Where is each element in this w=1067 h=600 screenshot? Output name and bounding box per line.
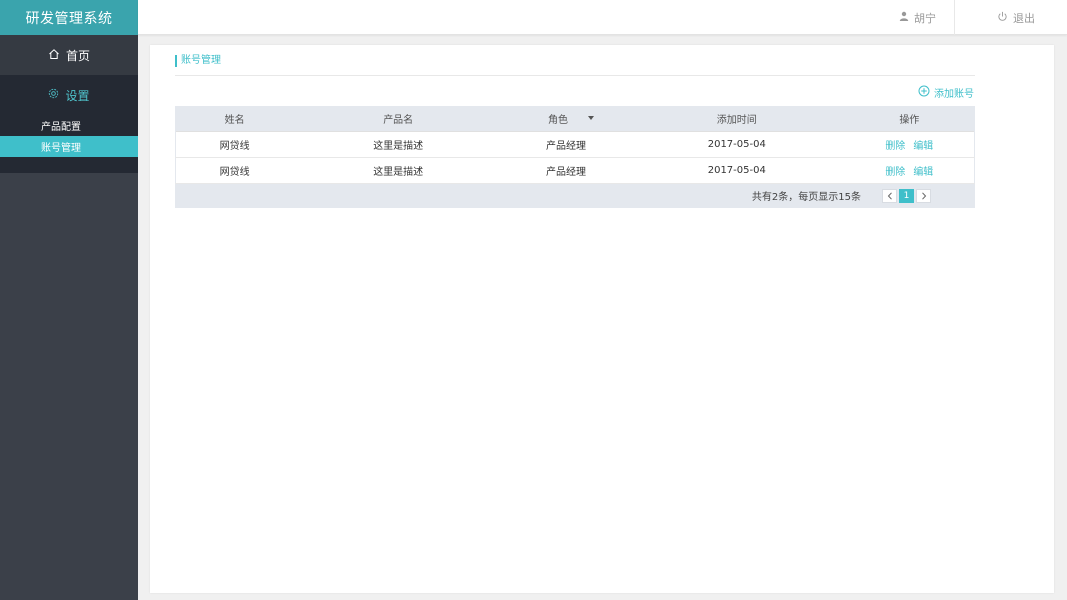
pagination-cell: 共有2条，每页显示15条 1 — [175, 183, 975, 208]
cell-date: 2017-05-04 — [628, 130, 845, 158]
delete-link[interactable]: 删除 — [885, 167, 905, 178]
power-icon — [997, 11, 1008, 25]
column-header-date[interactable]: 添加时间 — [628, 106, 845, 131]
top-header: 胡宁 退出 — [138, 0, 1067, 35]
nav-settings-label: 设置 — [65, 88, 90, 103]
cell-name: 网贷线 — [175, 130, 294, 158]
cell-role: 产品经理 — [503, 157, 629, 184]
cell-actions: 删除 编辑 — [844, 130, 975, 158]
column-header-role-label: 角色 — [547, 114, 568, 126]
add-account-label: 添加账号 — [934, 89, 974, 100]
column-header-product[interactable]: 产品名 — [293, 106, 504, 131]
cell-name: 网贷线 — [175, 157, 294, 184]
column-header-role[interactable]: 角色 — [503, 106, 629, 131]
delete-link[interactable]: 删除 — [885, 141, 905, 152]
nav-home-label: 首页 — [65, 48, 90, 63]
plus-circle-icon — [918, 85, 930, 100]
sidebar-item-account-management[interactable]: 账号管理 — [0, 136, 138, 157]
table-row: 网贷线 这里是描述 产品经理 2017-05-04 删除 编辑 — [175, 157, 975, 184]
home-icon — [48, 48, 60, 63]
user-name: 胡宁 — [914, 11, 936, 25]
logout-label: 退出 — [1013, 11, 1035, 25]
user-icon — [899, 11, 909, 24]
edit-link[interactable]: 编辑 — [913, 141, 933, 152]
page-title: 账号管理 — [175, 55, 221, 67]
cell-role: 产品经理 — [503, 130, 629, 158]
cell-date: 2017-05-04 — [628, 157, 845, 184]
column-header-name[interactable]: 姓名 — [175, 106, 294, 131]
app-title: 研发管理系统 — [0, 0, 138, 35]
table-header-row: 姓名 产品名 角色 添加时间 操作 — [175, 106, 975, 131]
caret-down-icon[interactable] — [587, 116, 594, 121]
title-divider — [175, 75, 975, 76]
logout-button[interactable]: 退出 — [997, 0, 1035, 35]
nav-settings[interactable]: 设置 — [0, 75, 138, 115]
sidebar-item-product-config[interactable]: 产品配置 — [0, 115, 138, 136]
content-panel: 账号管理 添加账号 姓名 产品名 角色 添加时间 操作 网贷线 这里是描述 产品… — [150, 45, 1054, 593]
page-number-button[interactable]: 1 — [899, 188, 914, 203]
pagination-info: 共有2条，每页显示15条 — [751, 192, 861, 204]
nav-home[interactable]: 首页 — [0, 35, 138, 75]
cell-product: 这里是描述 — [293, 130, 504, 158]
accounts-table: 姓名 产品名 角色 添加时间 操作 网贷线 这里是描述 产品经理 2017-05… — [175, 106, 975, 208]
chevron-left-icon[interactable] — [882, 188, 897, 203]
table-row: 网贷线 这里是描述 产品经理 2017-05-04 删除 编辑 — [175, 130, 975, 158]
pagination-row: 共有2条，每页显示15条 1 — [175, 183, 975, 208]
edit-link[interactable]: 编辑 — [913, 167, 933, 178]
user-menu[interactable]: 胡宁 — [899, 0, 955, 35]
column-header-actions: 操作 — [844, 106, 975, 131]
pagination: 共有2条，每页显示15条 1 — [176, 188, 974, 203]
settings-group: 设置 产品配置 账号管理 — [0, 75, 138, 173]
cell-product: 这里是描述 — [293, 157, 504, 184]
chevron-right-icon[interactable] — [916, 188, 931, 203]
cell-actions: 删除 编辑 — [844, 157, 975, 184]
sidebar: 研发管理系统 首页 设置 产品配置 账号管理 — [0, 0, 138, 600]
gear-icon — [48, 88, 59, 102]
add-account-button[interactable]: 添加账号 — [918, 85, 974, 100]
